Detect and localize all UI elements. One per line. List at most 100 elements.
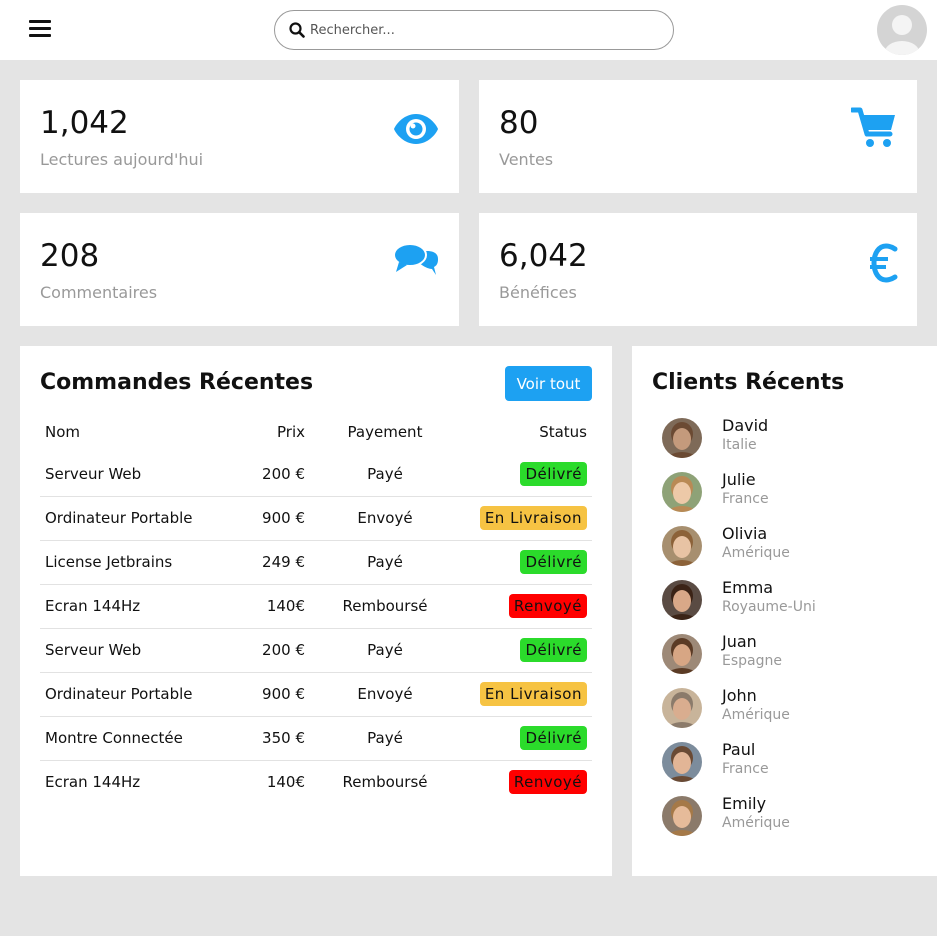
client-avatar xyxy=(662,580,702,620)
stat-label: Ventes xyxy=(499,150,554,169)
client-item[interactable]: John Amérique xyxy=(662,686,922,730)
table-row[interactable]: Ecran 144Hz 140€ Remboursé Renvoyé xyxy=(40,760,592,804)
stat-card-comments: 208 Commentaires xyxy=(20,213,459,326)
client-item[interactable]: Paul France xyxy=(662,740,922,784)
client-country: Italie xyxy=(722,437,757,453)
client-name: Juan xyxy=(722,632,757,651)
stat-label: Bénéfices xyxy=(499,283,577,302)
stat-value: 1,042 xyxy=(40,105,129,141)
order-status-cell: Délivré xyxy=(460,628,592,673)
status-badge: Renvoyé xyxy=(508,594,587,618)
stat-card-profits: 6,042 Bénéfices xyxy=(479,213,917,326)
table-row[interactable]: Ordinateur Portable 900 € Envoyé En Livrais… xyxy=(40,496,592,541)
client-avatar xyxy=(662,526,702,566)
table-row[interactable]: License Jetbrains 249 € Payé Délivré xyxy=(40,540,592,585)
status-badge: Renvoyé xyxy=(508,770,587,795)
column-header-price: Prix xyxy=(277,423,305,441)
client-name: Olivia xyxy=(722,524,768,543)
order-payment: Envoyé xyxy=(310,672,460,717)
client-name: Emily xyxy=(722,794,767,813)
client-name: Paul xyxy=(722,740,756,759)
client-avatar xyxy=(662,688,702,728)
recent-clients-panel: Clients Récents David Italie Julie France Ol… xyxy=(632,346,937,876)
client-item[interactable]: Juan Espagne xyxy=(662,632,922,676)
client-avatar xyxy=(662,418,702,458)
stat-value: 6,042 xyxy=(499,238,588,274)
search-bar[interactable] xyxy=(274,10,674,50)
order-name: Serveur Web xyxy=(40,628,240,673)
order-status-cell: En Livraison xyxy=(460,672,592,717)
client-name: Emma xyxy=(722,578,774,597)
status-badge: Délivré xyxy=(520,461,587,486)
column-header-payment: Payement xyxy=(347,423,423,441)
stat-value: 208 xyxy=(40,238,100,274)
client-country: Amérique xyxy=(722,815,790,831)
client-country: Amérique xyxy=(722,545,790,561)
order-name: Ordinateur Portable xyxy=(40,672,240,717)
top-bar xyxy=(0,0,937,60)
order-name: Montre Connectée xyxy=(40,716,240,761)
order-price: 200 € xyxy=(240,628,310,673)
menu-icon[interactable] xyxy=(29,20,51,38)
client-avatar xyxy=(662,472,702,512)
eye-icon xyxy=(394,114,438,144)
order-name: Ordinateur Portable xyxy=(40,496,240,541)
order-name: License Jetbrains xyxy=(40,540,240,585)
euro-icon xyxy=(870,243,898,283)
client-item[interactable]: Julie France xyxy=(662,470,922,514)
order-payment: Payé xyxy=(310,716,460,761)
status-badge: En Livraison xyxy=(479,506,587,530)
order-name: Ecran 144Hz xyxy=(45,773,141,792)
status-badge: Délivré xyxy=(520,550,587,574)
order-payment: Payé xyxy=(310,452,460,497)
comments-icon xyxy=(393,243,438,275)
client-country: France xyxy=(722,761,769,777)
client-avatar xyxy=(662,742,702,782)
stat-card-sales: 80 Ventes xyxy=(479,80,917,193)
order-price: 350 € xyxy=(240,716,310,761)
client-name: John xyxy=(722,686,757,705)
table-row[interactable]: Serveur Web 200 € Payé Délivré xyxy=(40,452,592,497)
client-name: David xyxy=(722,416,769,435)
order-price: 900 € xyxy=(240,672,310,717)
recent-orders-panel: Commandes Récentes Voir tout Nom Prix Pa… xyxy=(20,346,612,876)
order-price: 140€ xyxy=(240,584,310,629)
order-payment: Payé xyxy=(310,628,460,673)
order-payment: Remboursé xyxy=(342,773,428,792)
status-badge: Délivré xyxy=(520,726,587,750)
order-status-cell: Délivré xyxy=(460,540,592,585)
order-payment: Envoyé xyxy=(310,496,460,541)
client-item[interactable]: Emily Amérique xyxy=(662,794,922,838)
order-status-cell: Délivré xyxy=(460,452,592,497)
client-country: Royaume-Uni xyxy=(722,599,816,615)
client-item[interactable]: Olivia Amérique xyxy=(662,524,922,568)
search-input[interactable] xyxy=(310,20,650,40)
orders-title: Commandes Récentes xyxy=(40,370,314,395)
order-status-cell: En Livraison xyxy=(460,496,592,541)
view-all-button[interactable]: Voir tout xyxy=(505,366,592,401)
client-country: France xyxy=(722,491,769,507)
clients-title: Clients Récents xyxy=(652,370,845,395)
column-header-status: Status xyxy=(539,423,587,441)
order-status-cell: Renvoyé xyxy=(460,584,592,629)
order-name: Ecran 144Hz xyxy=(40,584,240,629)
table-row[interactable]: Serveur Web 200 € Payé Délivré xyxy=(40,628,592,673)
client-item[interactable]: David Italie xyxy=(662,416,922,460)
order-payment: Payé xyxy=(310,540,460,585)
client-name: Julie xyxy=(722,470,756,489)
order-name: Serveur Web xyxy=(40,452,240,497)
table-row[interactable]: Montre Connectée 350 € Payé Délivré xyxy=(40,716,592,761)
table-row[interactable]: Ordinateur Portable 900 € Envoyé En Livrais… xyxy=(40,672,592,717)
stat-value: 80 xyxy=(499,105,539,141)
order-payment: Remboursé xyxy=(310,584,460,629)
table-row[interactable]: Ecran 144Hz 140€ Remboursé Renvoyé xyxy=(40,584,592,629)
order-price: 140€ xyxy=(266,773,305,792)
user-avatar[interactable] xyxy=(877,5,927,55)
client-item[interactable]: Emma Royaume-Uni xyxy=(662,578,922,622)
order-price: 900 € xyxy=(240,496,310,541)
client-country: Espagne xyxy=(722,653,782,669)
search-icon xyxy=(289,22,305,38)
stat-label: Lectures aujourd'hui xyxy=(40,150,204,169)
client-avatar xyxy=(662,796,702,836)
order-price: 200 € xyxy=(240,452,310,497)
